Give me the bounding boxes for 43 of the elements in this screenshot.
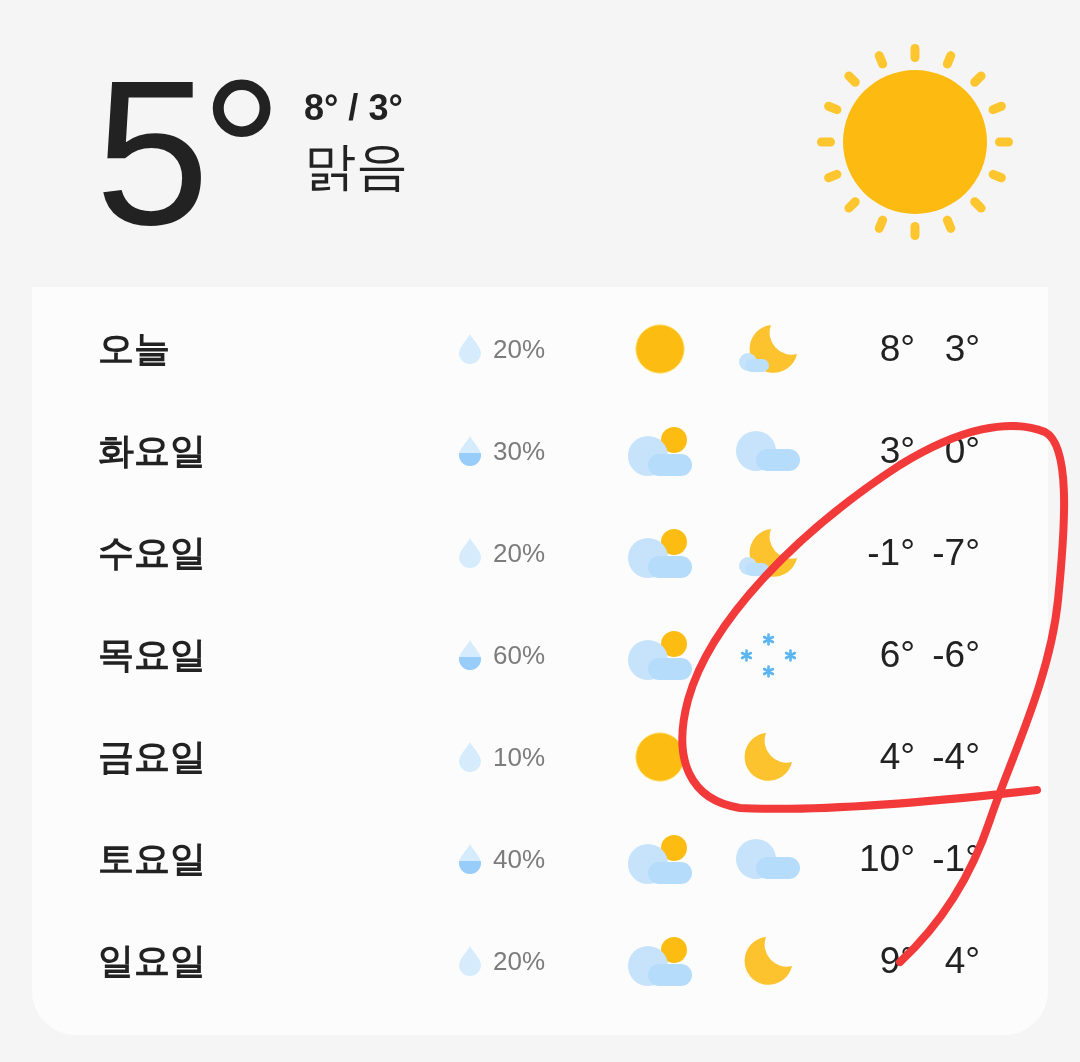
moon-and-cloud-icon: [737, 528, 799, 578]
sun-icon: [635, 732, 685, 782]
high-temperature: 8°: [879, 328, 915, 370]
day-label: 금요일: [98, 734, 206, 779]
precipitation-chance: 30%: [493, 435, 546, 467]
precipitation-chance: 20%: [493, 333, 546, 365]
sun-icon: [635, 324, 685, 374]
current-temperature: 5°: [95, 50, 274, 256]
low-temperature: 4°: [944, 940, 980, 982]
day-label: 오늘: [98, 326, 170, 371]
moon-and-cloud-icon: [737, 324, 799, 374]
crescent-moon-icon: [743, 732, 793, 782]
low-temperature: 3°: [944, 328, 980, 370]
high-temperature: 4°: [879, 736, 915, 778]
low-temperature: -6°: [932, 634, 980, 676]
sun-and-cloud-icon: [628, 630, 692, 680]
precipitation-chance: 60%: [493, 639, 546, 671]
sun-and-cloud-icon: [628, 834, 692, 884]
sun-and-cloud-icon: [628, 426, 692, 476]
low-temperature: -4°: [932, 736, 980, 778]
sun-and-cloud-icon: [628, 528, 692, 578]
day-label: 목요일: [98, 632, 206, 677]
day-label: 일요일: [98, 938, 206, 983]
precipitation-chance: 40%: [493, 843, 546, 875]
day-label: 수요일: [98, 530, 206, 575]
high-temperature: 10°: [859, 838, 915, 880]
high-temperature: 3°: [879, 430, 915, 472]
precipitation-chance: 10%: [493, 741, 546, 773]
precipitation-chance: 20%: [493, 537, 546, 569]
weather-condition: 맑음: [303, 136, 408, 198]
day-label: 토요일: [98, 836, 206, 881]
high-temperature: -1°: [867, 532, 915, 574]
high-temperature: 6°: [879, 634, 915, 676]
crescent-moon-icon: [743, 936, 793, 986]
low-temperature: -7°: [932, 532, 980, 574]
snowflakes-icon: [738, 631, 798, 679]
sun-icon: [815, 42, 1015, 242]
cloud-icon: [736, 839, 800, 879]
day-label: 화요일: [98, 428, 206, 473]
high-low-temperature: 8° / 3°: [303, 86, 403, 130]
precipitation-chance: 20%: [493, 945, 546, 977]
sun-and-cloud-icon: [628, 936, 692, 986]
cloud-icon: [736, 431, 800, 471]
